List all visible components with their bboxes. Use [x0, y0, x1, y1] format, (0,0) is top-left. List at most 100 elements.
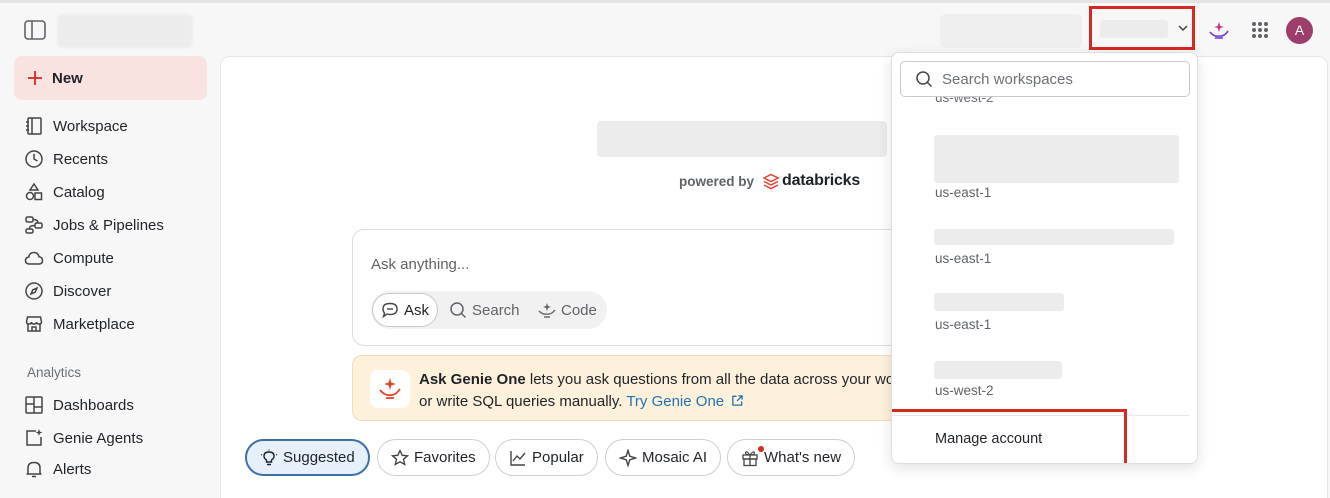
workspace-item[interactable]: us-east-1 — [892, 227, 1197, 267]
lightbulb-icon — [260, 449, 278, 465]
sparkle-icon — [619, 448, 637, 467]
chip-popular[interactable]: Popular — [495, 439, 598, 476]
external-link-icon[interactable] — [731, 394, 744, 407]
search-icon — [916, 71, 933, 88]
chip-whats-new[interactable]: What's new — [727, 439, 856, 476]
genie-agents-icon — [26, 429, 43, 446]
blurred-workspace-name — [1100, 20, 1168, 38]
sidebar-item-discover[interactable]: Discover — [24, 278, 111, 304]
chat-bubble-icon — [382, 302, 398, 319]
sidebar-item-catalog[interactable]: Catalog — [24, 179, 105, 205]
sidebar-item-workspace[interactable]: Workspace — [24, 113, 128, 139]
chip-mosaic-ai[interactable]: Mosaic AI — [605, 439, 722, 476]
workspace-region: us-east-1 — [935, 317, 992, 332]
chip-label: Suggested — [283, 449, 355, 466]
user-avatar[interactable]: A — [1286, 17, 1313, 44]
dashboard-icon — [25, 396, 43, 414]
genie-lamp-icon — [379, 378, 401, 399]
apps-grid-icon[interactable] — [1251, 21, 1269, 39]
store-icon — [25, 316, 43, 332]
genie-icon[interactable] — [1208, 20, 1230, 40]
workspace-item[interactable]: us-east-1 — [892, 291, 1197, 332]
mode-label: Search — [472, 301, 520, 319]
genie-lamp-icon — [538, 303, 556, 318]
sidebar-item-label: Genie Agents — [53, 429, 144, 447]
sidebar-item-label: Recents — [53, 150, 109, 168]
blurred-workspace-name — [934, 293, 1064, 311]
sidebar-item-label: Discover — [53, 282, 112, 300]
chevron-down-icon — [1178, 25, 1188, 32]
new-button-label: New — [52, 69, 83, 87]
mode-toggle: Ask Search Code — [371, 291, 607, 329]
powered-by-databricks: powered by databricks — [679, 172, 860, 190]
manage-account-label: Manage account — [935, 431, 1043, 447]
sidebar-item-label: Catalog — [53, 183, 105, 201]
blurred-workspace-name — [934, 229, 1174, 245]
notification-dot — [758, 446, 764, 452]
chip-label: What's new — [764, 449, 842, 466]
sidebar-item-label: Dashboards — [53, 396, 134, 414]
chip-label: Popular — [532, 449, 584, 466]
genie-banner-body2: or write SQL queries manually. — [419, 393, 627, 410]
mode-ask-button[interactable]: Ask — [372, 293, 439, 327]
genie-one-banner: Ask Genie One lets you ask questions fro… — [352, 355, 912, 421]
clock-icon — [25, 150, 43, 168]
workspace-search-input[interactable] — [942, 70, 1182, 88]
blurred-workspace-title — [57, 14, 193, 48]
top-border — [0, 0, 1330, 3]
sidebar-section-analytics: Analytics — [27, 365, 82, 380]
ask-input[interactable]: Ask anything... — [371, 256, 469, 273]
cloud-icon — [24, 251, 44, 265]
gift-icon — [742, 450, 758, 466]
catalog-icon — [25, 182, 43, 201]
compass-icon — [25, 282, 43, 300]
star-icon — [391, 448, 409, 466]
try-genie-one-link[interactable]: Try Genie One — [626, 393, 724, 410]
sidebar-item-label: Compute — [53, 249, 114, 267]
workspace-search[interactable] — [900, 61, 1190, 97]
line-chart-icon — [510, 450, 526, 466]
blurred-workspace-name — [934, 135, 1179, 183]
manage-account-item[interactable]: Manage account — [892, 409, 1127, 463]
chip-label: Mosaic AI — [642, 449, 708, 466]
sidebar-item-label: Workspace — [53, 117, 128, 135]
powered-by-label: powered by — [679, 173, 755, 189]
plus-icon — [28, 71, 42, 85]
workspace-region: us-east-1 — [935, 251, 992, 266]
chip-suggested[interactable]: Suggested — [245, 439, 370, 476]
chip-favorites[interactable]: Favorites — [377, 439, 490, 476]
blurred-greeting — [597, 121, 887, 157]
workspace-item[interactable]: us-east-1 — [892, 133, 1197, 200]
workspace-switcher-button[interactable] — [1089, 6, 1195, 50]
bell-icon — [26, 461, 42, 478]
mode-label: Ask — [404, 301, 430, 319]
sidebar-item-recents[interactable]: Recents — [24, 146, 108, 172]
workspace-region: us-east-1 — [935, 185, 992, 200]
workspace-item[interactable]: us-west-2 — [892, 359, 1197, 399]
databricks-logo-icon — [763, 173, 780, 189]
blurred-header-content — [940, 14, 1082, 48]
genie-banner-title: Ask Genie One — [419, 371, 526, 388]
new-button[interactable]: New — [14, 56, 207, 100]
sidebar-item-alerts[interactable]: Alerts — [24, 456, 91, 482]
workspace-region: us-west-2 — [935, 383, 994, 398]
sidebar-item-dashboards[interactable]: Dashboards — [24, 392, 134, 418]
databricks-brand: databricks — [782, 172, 861, 189]
genie-banner-body1: lets you ask questions from all the data… — [525, 371, 895, 388]
ask-box[interactable]: Ask anything... Ask Search Code — [352, 229, 912, 346]
sidebar-item-marketplace[interactable]: Marketplace — [24, 311, 135, 337]
genie-banner-icon-container — [370, 370, 410, 408]
sidebar-toggle-icon[interactable] — [24, 20, 46, 40]
mode-search-button[interactable]: Search — [449, 293, 520, 327]
sidebar-item-label: Alerts — [53, 460, 92, 478]
mode-code-button[interactable]: Code — [538, 293, 597, 327]
jobs-icon — [25, 216, 43, 234]
sidebar-item-label: Jobs & Pipelines — [53, 216, 164, 234]
workspace-dropdown: us-west-2 us-east-1 us-east-1 us-east-1 … — [891, 52, 1198, 464]
sidebar-item-jobs-pipelines[interactable]: Jobs & Pipelines — [24, 212, 164, 238]
chip-label: Favorites — [414, 449, 476, 466]
mode-label: Code — [561, 301, 597, 319]
blurred-workspace-name — [934, 361, 1062, 379]
sidebar-item-compute[interactable]: Compute — [24, 245, 114, 271]
sidebar-item-genie-agents[interactable]: Genie Agents — [24, 425, 143, 451]
